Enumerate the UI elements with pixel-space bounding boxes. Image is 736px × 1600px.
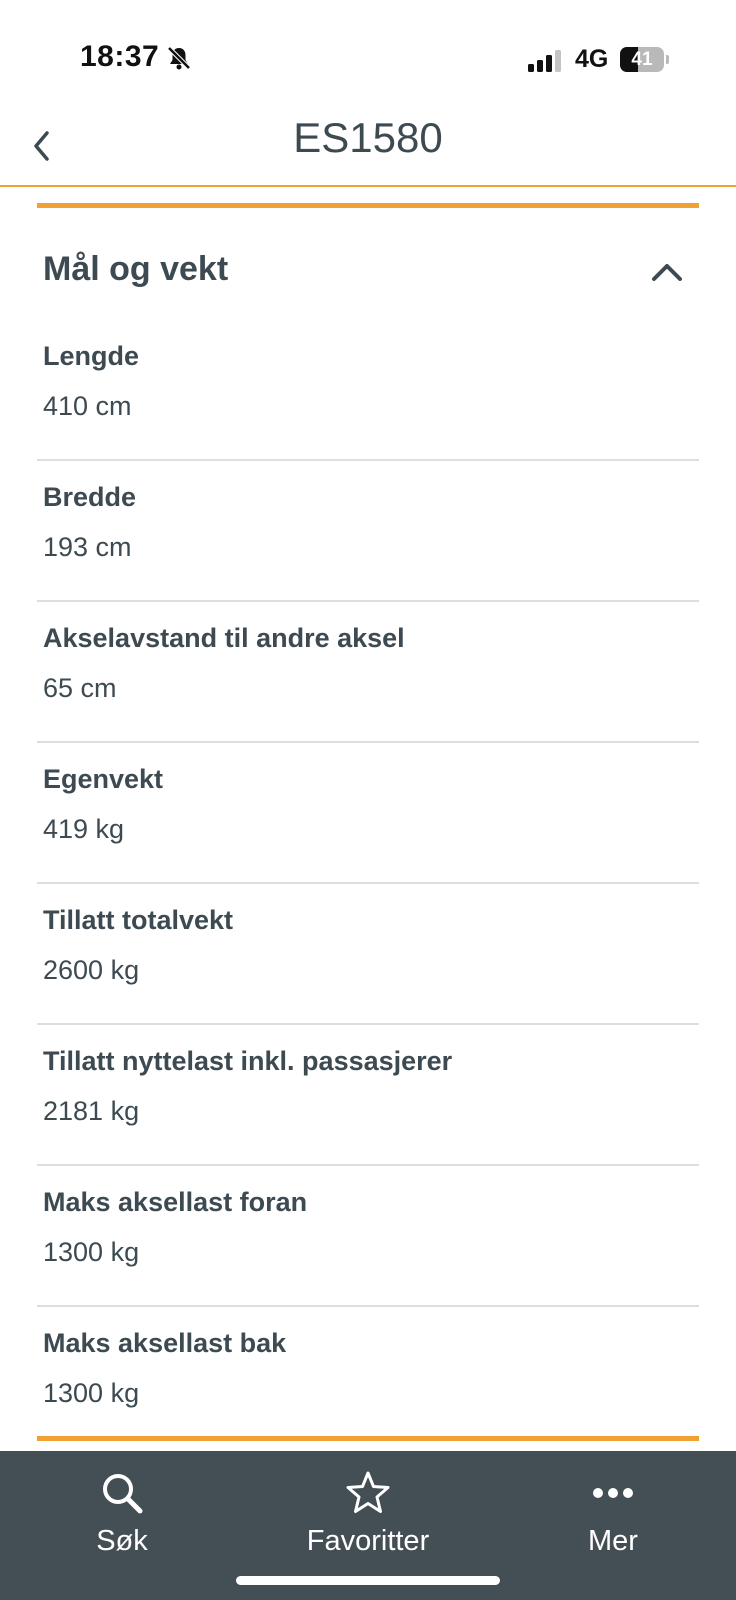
chevron-up-icon[interactable] xyxy=(649,254,685,290)
section-bottom-divider xyxy=(37,1436,699,1441)
spec-value: 410 cm xyxy=(43,391,132,421)
tab-label: Favoritter xyxy=(306,1525,430,1557)
spec-value: 2600 kg xyxy=(43,955,140,985)
status-bar: 18:37 4G 41 xyxy=(0,0,736,110)
spec-item-width: Bredde 193 cm xyxy=(37,461,699,602)
spec-item-axle-distance: Akselavstand til andre aksel 65 cm xyxy=(37,602,699,743)
battery-level: 41 xyxy=(631,49,653,70)
page-title: ES1580 xyxy=(293,114,443,161)
spec-label: Lengde xyxy=(43,341,140,371)
spec-label: Maks aksellast foran xyxy=(43,1187,308,1217)
spec-label: Bredde xyxy=(43,482,137,512)
spec-item-front-axle-load: Maks aksellast foran 1300 kg xyxy=(37,1166,699,1307)
spec-value: 2181 kg xyxy=(43,1096,140,1126)
spec-label: Akselavstand til andre aksel xyxy=(43,623,405,653)
tab-favorites[interactable]: Favoritter xyxy=(278,1469,458,1569)
cellular-signal-icon xyxy=(528,50,561,72)
tab-more[interactable]: Mer xyxy=(523,1469,703,1569)
spec-label: Tillatt totalvekt xyxy=(43,905,234,935)
bell-muted-icon xyxy=(167,46,191,70)
spec-item-curb-weight: Egenvekt 419 kg xyxy=(37,743,699,884)
spec-item-total-weight: Tillatt totalvekt 2600 kg xyxy=(37,884,699,1025)
search-icon xyxy=(103,1474,143,1514)
spec-label: Maks aksellast bak xyxy=(43,1328,287,1358)
more-icon xyxy=(593,1488,633,1498)
spec-value: 193 cm xyxy=(43,532,132,562)
spec-list: Lengde 410 cm Bredde 193 cm Akselavstand… xyxy=(37,320,699,1448)
spec-value: 419 kg xyxy=(43,814,125,844)
spec-value: 1300 kg xyxy=(43,1378,140,1408)
tab-label: Mer xyxy=(588,1525,638,1557)
section-title: Mål og vekt xyxy=(43,250,229,288)
home-indicator xyxy=(236,1576,500,1585)
spec-item-length: Lengde 410 cm xyxy=(37,320,699,461)
spec-label: Egenvekt xyxy=(43,764,164,794)
section-header-dimensions[interactable]: Mål og vekt xyxy=(37,238,699,308)
spec-value: 1300 kg xyxy=(43,1237,140,1267)
star-icon xyxy=(346,1471,390,1513)
nav-header: ES1580 xyxy=(0,110,736,187)
network-type: 4G xyxy=(575,45,609,73)
spec-label: Tillatt nyttelast inkl. passasjerer xyxy=(43,1046,453,1076)
section-top-divider xyxy=(37,203,699,208)
spec-item-payload: Tillatt nyttelast inkl. passasjerer 2181… xyxy=(37,1025,699,1166)
tab-label: Søk xyxy=(96,1525,148,1557)
spec-value: 65 cm xyxy=(43,673,117,703)
spec-item-rear-axle-load: Maks aksellast bak 1300 kg xyxy=(37,1307,699,1448)
battery-icon: 41 xyxy=(620,47,669,72)
status-time: 18:37 xyxy=(80,40,160,73)
tab-search[interactable]: Søk xyxy=(32,1469,212,1569)
